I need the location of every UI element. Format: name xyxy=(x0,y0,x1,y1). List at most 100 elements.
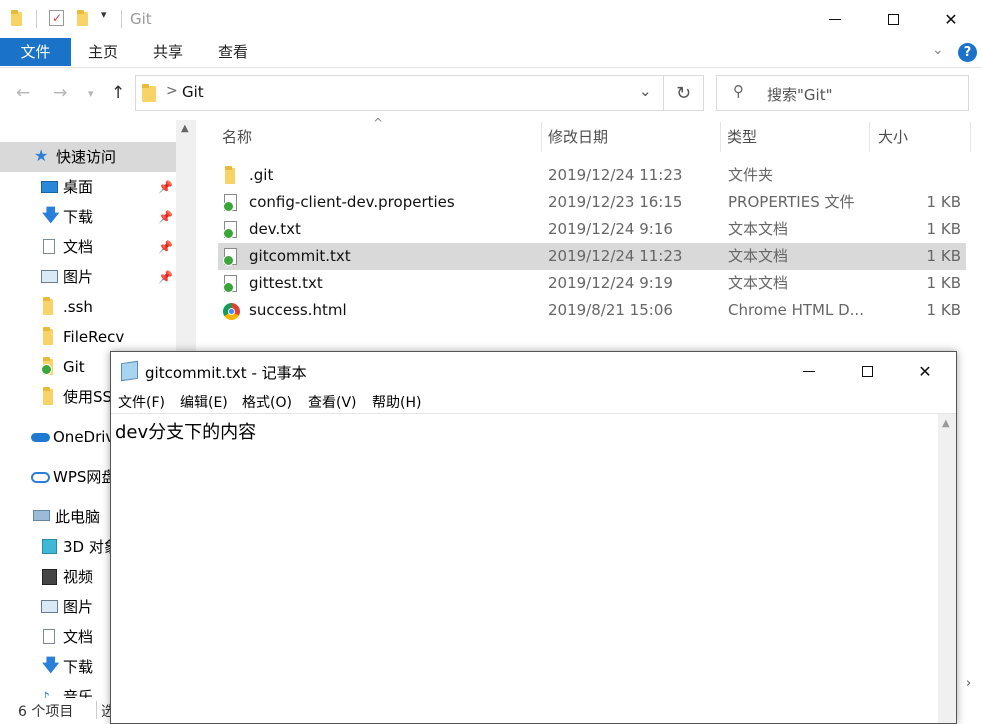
scroll-right-arrow-icon[interactable]: › xyxy=(966,676,971,691)
table-row[interactable]: config-client-dev.properties 2019/12/23 1… xyxy=(218,189,966,216)
notepad-close-button[interactable]: ✕ xyxy=(896,352,954,390)
minimize-icon xyxy=(803,370,815,372)
customize-toolbar-chevron-icon[interactable]: ▾ xyxy=(101,8,107,21)
menu-format[interactable]: 格式(O) xyxy=(242,392,292,412)
notepad-title-bar[interactable]: gitcommit.txt - 记事本 ✕ xyxy=(111,352,956,390)
notepad-scrollbar[interactable]: ▲ xyxy=(938,414,956,723)
menu-view[interactable]: 查看(V) xyxy=(308,392,357,412)
refresh-button[interactable]: ↻ xyxy=(664,75,704,111)
table-row[interactable]: gittest.txt 2019/12/24 9:19 文本文档 1 KB xyxy=(218,270,966,297)
back-arrow-icon[interactable]: ← xyxy=(16,83,30,103)
close-icon: ✕ xyxy=(944,9,958,29)
search-box[interactable]: ⚲ 搜索"Git" xyxy=(716,75,969,111)
cloud-outline-icon xyxy=(31,470,50,484)
notepad-maximize-button[interactable] xyxy=(838,352,896,390)
column-header-size[interactable]: 大小 xyxy=(878,120,908,154)
tab-view[interactable]: 查看 xyxy=(218,38,248,66)
breadcrumb-git[interactable]: Git xyxy=(182,83,204,101)
table-row[interactable]: .git 2019/12/24 11:23 文件夹 xyxy=(218,162,966,189)
explorer-title-bar[interactable]: ✓ ▾ Git ✕ xyxy=(0,0,982,38)
file-date: 2019/12/24 11:23 xyxy=(548,166,683,184)
sidebar-item-label: Git xyxy=(63,358,85,376)
tab-file[interactable]: 文件 xyxy=(0,38,71,66)
file-date: 2019/12/24 11:23 xyxy=(548,247,683,265)
window-title: Git xyxy=(130,10,152,28)
sidebar-item[interactable]: 图片 📌 xyxy=(0,262,176,292)
menu-help[interactable]: 帮助(H) xyxy=(372,392,421,412)
sidebar-item-label: 音乐 xyxy=(63,688,94,698)
folder-icon xyxy=(41,387,57,405)
pin-icon[interactable]: 📌 xyxy=(158,202,173,232)
file-size: 1 KB xyxy=(926,274,961,292)
column-header-type[interactable]: 类型 xyxy=(727,120,757,154)
git-folder-icon xyxy=(41,357,57,375)
forward-arrow-icon[interactable]: → xyxy=(53,83,67,103)
file-date: 2019/12/24 9:16 xyxy=(548,220,673,238)
column-header-name[interactable]: 名称 xyxy=(222,120,252,154)
pin-icon[interactable]: 📌 xyxy=(158,262,173,292)
sidebar-item[interactable]: FileRecv xyxy=(0,322,176,352)
download-arrow-icon: 🡇 xyxy=(42,206,60,226)
notepad-minimize-button[interactable] xyxy=(780,352,838,390)
new-folder-icon[interactable] xyxy=(76,10,92,26)
sidebar-item-label: OneDriv xyxy=(53,428,115,446)
tab-share[interactable]: 共享 xyxy=(153,38,183,66)
search-input[interactable]: 搜索"Git" xyxy=(767,84,832,105)
folder-icon xyxy=(142,84,156,102)
file-date: 2019/8/21 15:06 xyxy=(548,301,673,319)
tab-home[interactable]: 主页 xyxy=(88,38,118,66)
address-dropdown-chevron-icon[interactable]: ⌄ xyxy=(639,82,652,100)
sidebar-item[interactable]: ★ 快速访问 xyxy=(0,142,176,172)
scroll-up-arrow-icon[interactable]: ▲ xyxy=(181,123,189,134)
table-row[interactable]: dev.txt 2019/12/24 9:16 文本文档 1 KB xyxy=(218,216,966,243)
menu-file[interactable]: 文件(F) xyxy=(118,392,165,412)
menu-edit[interactable]: 编辑(E) xyxy=(180,392,228,412)
sidebar-item-label: 图片 xyxy=(63,598,94,616)
recent-locations-chevron-icon[interactable]: ▾ xyxy=(88,87,94,100)
ribbon-tabs: 文件 主页 共享 查看 ⌄ ? xyxy=(0,38,982,68)
file-size: 1 KB xyxy=(926,193,961,211)
sidebar-item-label: 此电脑 xyxy=(55,508,101,526)
notepad-title: gitcommit.txt - 记事本 xyxy=(145,364,307,382)
divider xyxy=(121,10,122,28)
sidebar-item-label: WPS网盘 xyxy=(53,468,117,486)
up-arrow-icon[interactable]: ↑ xyxy=(111,83,125,103)
expand-ribbon-chevron-icon[interactable]: ⌄ xyxy=(932,42,944,58)
column-divider[interactable] xyxy=(970,122,971,152)
git-file-icon xyxy=(223,248,239,266)
desktop-icon xyxy=(41,180,58,194)
sidebar-item-label: 快速访问 xyxy=(56,148,117,166)
scroll-up-arrow-icon[interactable]: ▲ xyxy=(942,418,950,429)
sidebar-item[interactable]: .ssh xyxy=(0,292,176,322)
item-count: 6 个项目 xyxy=(18,704,74,720)
file-size: 1 KB xyxy=(926,301,961,319)
file-size: 1 KB xyxy=(926,220,961,238)
cloud-icon xyxy=(31,430,50,444)
picture-icon xyxy=(41,270,58,284)
column-header-date[interactable]: 修改日期 xyxy=(548,120,608,154)
star-icon: ★ xyxy=(34,146,49,165)
address-bar[interactable]: > Git ⌄ xyxy=(135,75,664,111)
file-date: 2019/12/23 16:15 xyxy=(548,193,683,211)
column-divider[interactable] xyxy=(869,122,870,152)
pin-icon[interactable]: 📌 xyxy=(158,172,173,202)
sidebar-item-label: 下载 xyxy=(63,208,94,226)
properties-checkbox-icon[interactable]: ✓ xyxy=(49,10,65,26)
sort-ascending-chevron-icon: ^ xyxy=(373,116,384,130)
pin-icon[interactable]: 📌 xyxy=(158,232,173,262)
file-type: 文本文档 xyxy=(728,247,789,265)
maximize-button[interactable] xyxy=(864,0,922,38)
close-button[interactable]: ✕ xyxy=(922,0,980,38)
column-divider[interactable] xyxy=(720,122,721,152)
file-name: success.html xyxy=(249,301,347,319)
table-row[interactable]: gitcommit.txt 2019/12/24 11:23 文本文档 1 KB xyxy=(218,243,966,270)
table-row[interactable]: success.html 2019/8/21 15:06 Chrome HTML D… xyxy=(218,297,966,324)
minimize-button[interactable] xyxy=(806,0,864,38)
sidebar-item[interactable]: 桌面 📌 xyxy=(0,172,176,202)
notepad-text-area[interactable]: dev分支下的内容 xyxy=(115,418,256,444)
sidebar-item[interactable]: 文档 📌 xyxy=(0,232,176,262)
sidebar-item[interactable]: 🡇 下载 📌 xyxy=(0,202,176,232)
help-icon[interactable]: ? xyxy=(958,43,977,62)
column-divider[interactable] xyxy=(541,122,542,152)
sidebar-item-label: 视频 xyxy=(63,568,94,586)
